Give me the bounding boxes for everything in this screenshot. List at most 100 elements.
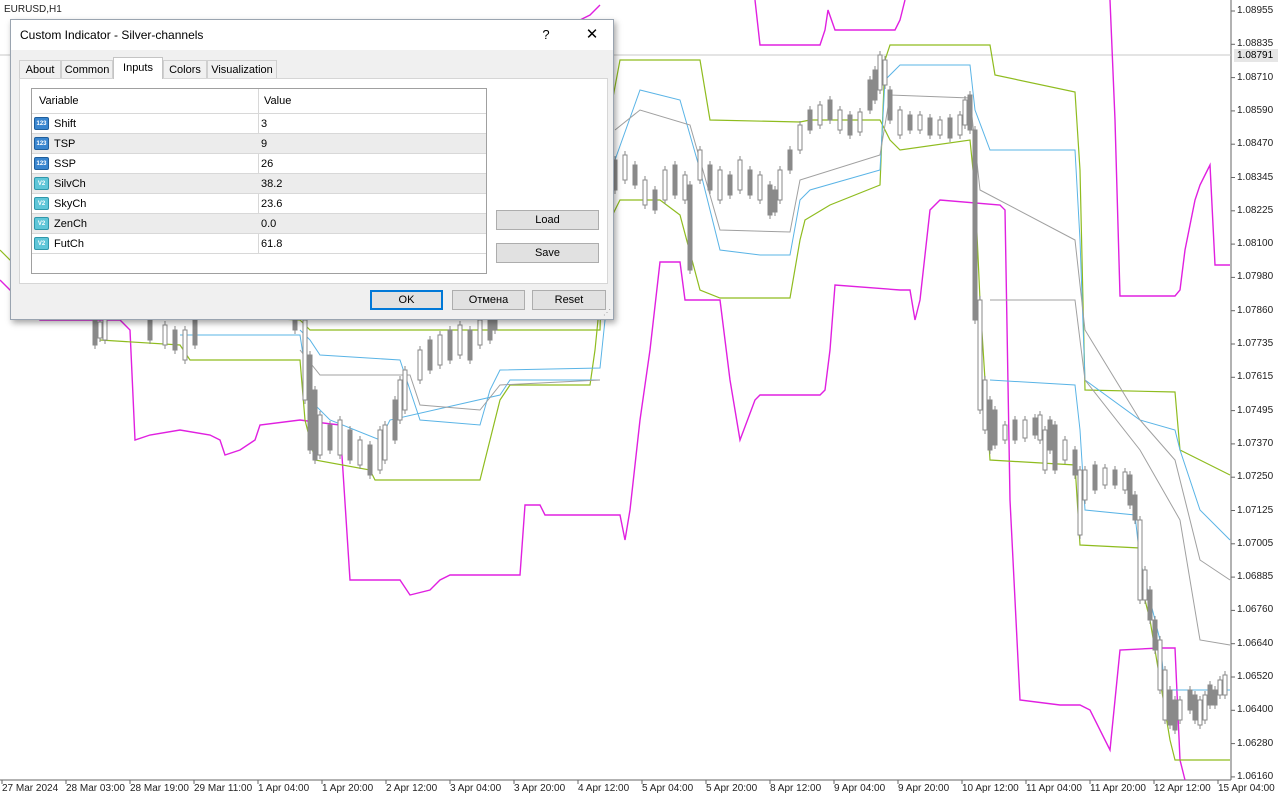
candle-body (1092, 464, 1098, 491)
time-tick-label: 1 Apr 20:00 (322, 783, 374, 794)
header-variable[interactable]: Variable (39, 95, 79, 107)
candle-body (317, 414, 323, 456)
reset-button[interactable]: Reset (532, 290, 606, 310)
candle-body (987, 399, 993, 451)
table-row[interactable]: V2 SilvCh 38.2 (32, 174, 486, 194)
table-row[interactable]: 123 Shift 3 (32, 114, 486, 134)
table-row[interactable]: 123 TSP 9 (32, 134, 486, 154)
load-button[interactable]: Load (496, 210, 599, 230)
variable-name: SilvCh (54, 178, 86, 190)
candle-body (1172, 699, 1178, 731)
candle-body (1162, 669, 1168, 721)
variable-value[interactable]: 3 (261, 118, 267, 130)
help-button[interactable]: ? (531, 20, 561, 50)
variable-value[interactable]: 61.8 (261, 238, 282, 250)
close-button[interactable]: ✕ (577, 20, 607, 50)
candle-body (1157, 639, 1163, 691)
double-icon: V2 (34, 237, 49, 250)
header-value[interactable]: Value (264, 95, 291, 107)
save-button[interactable]: Save (496, 243, 599, 263)
candle-body (1062, 439, 1068, 461)
candle-body (1132, 494, 1138, 521)
time-tick-label: 1 Apr 04:00 (258, 783, 310, 794)
candle-body (882, 59, 888, 86)
candle-body (897, 109, 903, 136)
time-tick-label: 27 Mar 2024 (2, 783, 59, 794)
time-tick-label: 12 Apr 12:00 (1154, 783, 1211, 794)
price-tick-label: 1.07615 (1237, 371, 1274, 383)
time-tick-label: 9 Apr 20:00 (898, 783, 950, 794)
dialog-title: Custom Indicator - Silver-channels (20, 28, 204, 42)
time-tick-label: 3 Apr 20:00 (514, 783, 566, 794)
candle-body (727, 174, 733, 196)
tab-visualization[interactable]: Visualization (207, 60, 277, 78)
table-row[interactable]: V2 ZenCh 0.0 (32, 214, 486, 234)
candle-body (737, 159, 743, 191)
candle-body (1222, 674, 1228, 696)
table-row[interactable]: 123 SSP 26 (32, 154, 486, 174)
candle-body (817, 104, 823, 126)
int-icon: 123 (34, 157, 49, 170)
candle-body (162, 324, 168, 346)
candle-body (672, 164, 678, 196)
candle-body (467, 329, 473, 361)
candle-body (1177, 699, 1183, 721)
time-tick-label: 5 Apr 04:00 (642, 783, 694, 794)
candle-body (697, 149, 703, 181)
candle-body (417, 349, 423, 381)
inputs-table[interactable]: Variable Value 123 Shift 3 123 TSP 9 123 SSP 26 V… (31, 88, 487, 274)
variable-value[interactable]: 23.6 (261, 198, 282, 210)
time-tick-label: 2 Apr 12:00 (386, 783, 438, 794)
time-tick-label: 8 Apr 12:00 (770, 783, 822, 794)
inputs-panel: Variable Value 123 Shift 3 123 TSP 9 123 SSP 26 V… (19, 78, 608, 284)
time-tick-label: 11 Apr 20:00 (1090, 783, 1146, 794)
variable-name: FutCh (54, 238, 84, 250)
candle-body (927, 117, 933, 136)
candle-body (797, 124, 803, 151)
cancel-button[interactable]: Отмена (452, 290, 525, 310)
time-tick-label: 4 Apr 12:00 (578, 783, 630, 794)
ok-button[interactable]: OK (370, 290, 443, 310)
dialog-titlebar[interactable]: Custom Indicator - Silver-channels ? ✕ (11, 20, 613, 50)
candle-body (1207, 684, 1213, 706)
table-row[interactable]: V2 SkyCh 23.6 (32, 194, 486, 214)
price-tick-label: 1.07735 (1237, 338, 1274, 349)
price-tick-label: 1.06280 (1237, 737, 1274, 749)
candle-body (367, 444, 373, 476)
time-tick-label: 3 Apr 04:00 (450, 783, 502, 794)
price-tick-label: 1.07860 (1237, 304, 1274, 316)
resize-grip-icon[interactable]: ⋰ (603, 309, 611, 317)
candle-body (957, 114, 963, 136)
tab-about[interactable]: About (19, 60, 61, 78)
candle-body (1142, 569, 1148, 601)
tab-common[interactable]: Common (61, 60, 113, 78)
candle-body (1042, 429, 1048, 471)
variable-value[interactable]: 38.2 (261, 178, 282, 190)
candle-body (877, 54, 883, 91)
variable-value[interactable]: 9 (261, 138, 267, 150)
candle-body (347, 429, 353, 461)
tab-colors[interactable]: Colors (163, 60, 207, 78)
candle-body (967, 94, 973, 131)
candle-body (962, 99, 968, 126)
candle-body (767, 184, 773, 216)
price-tick-label: 1.06885 (1237, 571, 1274, 583)
candle-body (357, 439, 363, 466)
candle-body (1082, 469, 1088, 501)
variable-value[interactable]: 26 (261, 158, 273, 170)
candle-body (1072, 449, 1078, 476)
time-tick-label: 10 Apr 12:00 (962, 783, 1019, 794)
double-icon: V2 (34, 217, 49, 230)
candle-body (402, 369, 408, 411)
candle-body (1202, 694, 1208, 721)
price-tick-label: 1.07250 (1237, 471, 1274, 483)
candle-body (1197, 699, 1203, 726)
candle-body (1137, 519, 1143, 601)
tab-inputs[interactable]: Inputs (113, 57, 163, 79)
candle-body (982, 379, 988, 431)
candle-body (337, 419, 343, 456)
candle-body (172, 329, 178, 351)
candle-body (1047, 419, 1053, 451)
table-row[interactable]: V2 FutCh 61.8 (32, 234, 486, 254)
variable-value[interactable]: 0.0 (261, 218, 276, 230)
